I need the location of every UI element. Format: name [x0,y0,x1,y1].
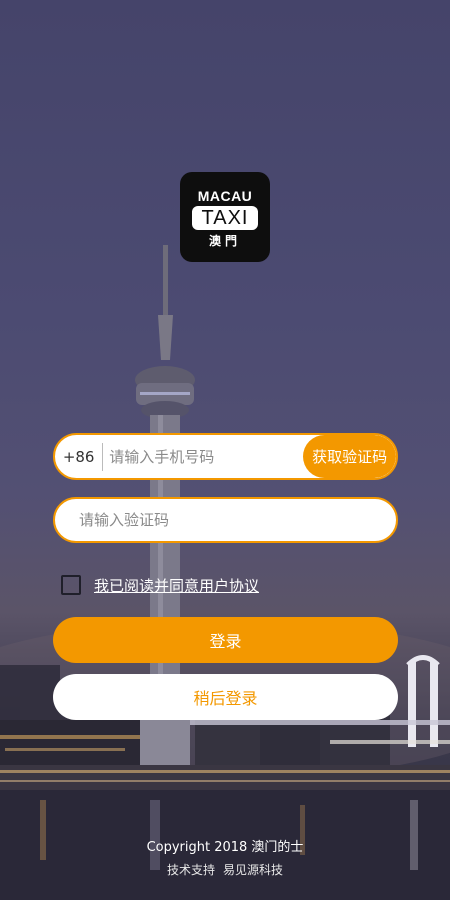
agreement-link[interactable]: 我已阅读并同意用户协议 [94,575,259,596]
logo-text-macau: MACAU [197,188,253,204]
tech-support-text: 技术支持 易见源科技 [0,861,450,878]
code-input-row [53,497,398,543]
phone-input-row: +86 获取验证码 [53,433,398,480]
app-logo: MACAU TAXI 澳門 [180,172,270,262]
support-label: 技术支持 [166,863,215,877]
login-button[interactable]: 登录 [53,617,398,663]
country-code[interactable]: +86 [55,448,102,466]
login-later-button[interactable]: 稍后登录 [53,674,398,720]
agreement-row: 我已阅读并同意用户协议 [61,574,259,596]
logo-text-chinese: 澳門 [208,234,241,248]
copyright-text: Copyright 2018 澳门的士 [146,840,304,855]
phone-input[interactable] [103,435,304,478]
logo-text-taxi: TAXI [192,206,258,230]
verification-code-input[interactable] [55,499,396,541]
agreement-checkbox[interactable] [61,575,81,595]
get-code-button[interactable]: 获取验证码 [303,435,396,478]
support-company: 易见源科技 [223,863,284,877]
